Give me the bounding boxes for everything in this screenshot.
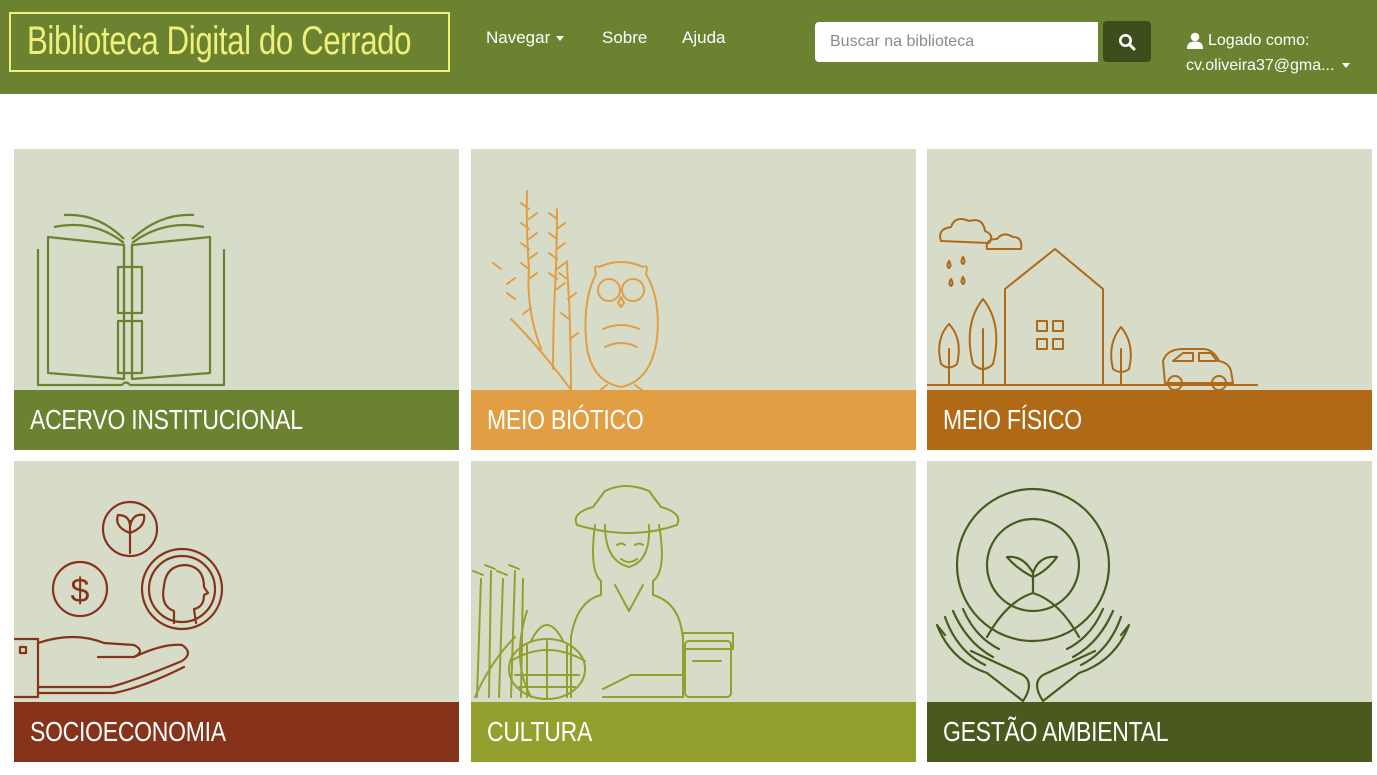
hands-holding-sprout-icon xyxy=(935,487,1131,702)
tile-label: SOCIOECONOMIA xyxy=(30,716,226,747)
open-book-icon xyxy=(36,213,226,387)
nav-browse-label: Navegar xyxy=(486,28,551,47)
tile-label: ACERVO INSTITUCIONAL xyxy=(30,404,303,435)
hand-with-coins-icon: $ xyxy=(14,500,224,699)
svg-text:$: $ xyxy=(71,572,90,610)
owl-and-plant-icon xyxy=(492,190,659,390)
tile-band: ACERVO INSTITUCIONAL xyxy=(14,390,459,450)
search-button[interactable] xyxy=(1103,21,1151,62)
tile-acervo-institucional[interactable]: ACERVO INSTITUCIONAL xyxy=(14,149,459,450)
user-icon xyxy=(1187,32,1203,49)
house-trees-car-icon xyxy=(927,218,1258,390)
caret-down-icon xyxy=(556,36,565,42)
caret-down-icon xyxy=(1342,63,1351,68)
user-menu[interactable]: Logado como: cv.oliveira37@gma... xyxy=(1186,28,1351,78)
tile-label: MEIO BIÓTICO xyxy=(487,404,644,435)
brand-title: Biblioteca Digital do Cerrado xyxy=(27,19,412,63)
nav-browse-dropdown[interactable]: Navegar xyxy=(486,28,565,48)
tile-band: SOCIOECONOMIA xyxy=(14,702,459,762)
farmer-with-basket-icon xyxy=(472,485,734,700)
tile-meio-fisico[interactable]: MEIO FÍSICO xyxy=(927,149,1372,450)
tile-label: CULTURA xyxy=(487,716,593,747)
tile-band: MEIO FÍSICO xyxy=(927,390,1372,450)
tile-cultura[interactable]: CULTURA xyxy=(471,461,916,762)
logged-as-label: Logado como: xyxy=(1208,32,1310,49)
tile-meio-biotico[interactable]: MEIO BIÓTICO xyxy=(471,149,916,450)
tile-label: MEIO FÍSICO xyxy=(943,404,1082,435)
tile-gestao-ambiental[interactable]: GESTÃO AMBIENTAL xyxy=(927,461,1372,762)
tile-band: MEIO BIÓTICO xyxy=(471,390,916,450)
brand-logo[interactable]: Biblioteca Digital do Cerrado xyxy=(9,12,450,72)
tile-band: GESTÃO AMBIENTAL xyxy=(927,702,1372,762)
nav-help-link[interactable]: Ajuda xyxy=(682,28,725,48)
search-input[interactable] xyxy=(815,22,1098,62)
user-email: cv.oliveira37@gma... xyxy=(1186,57,1335,74)
nav-about-link[interactable]: Sobre xyxy=(602,28,647,48)
tile-socioeconomia[interactable]: $ SOCIOECONOMIA xyxy=(14,461,459,762)
top-navbar: Biblioteca Digital do Cerrado Navegar So… xyxy=(0,0,1377,94)
search-icon xyxy=(1119,33,1136,50)
tile-label: GESTÃO AMBIENTAL xyxy=(943,716,1169,747)
tile-band: CULTURA xyxy=(471,702,916,762)
